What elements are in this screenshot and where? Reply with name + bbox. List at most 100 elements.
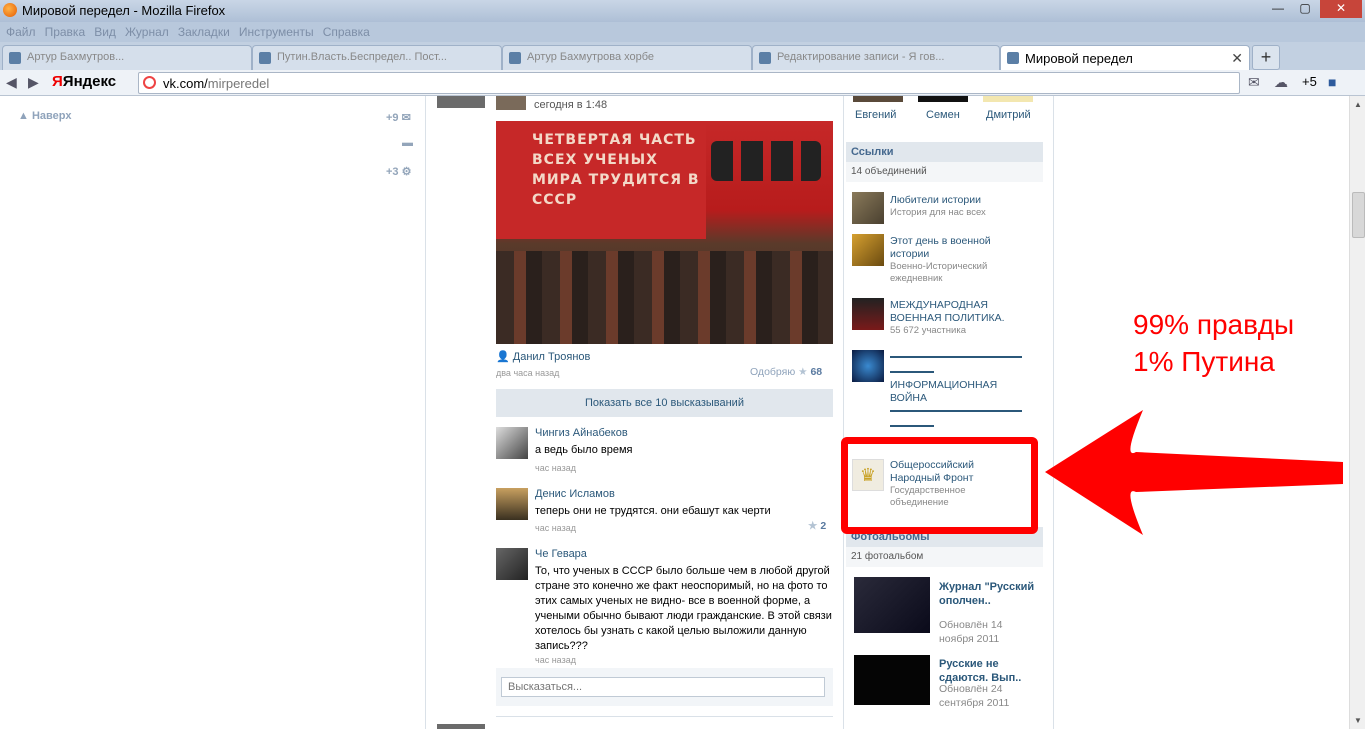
member-name[interactable]: Семен xyxy=(926,109,960,121)
messages-counter[interactable]: +9 ✉ xyxy=(386,111,411,124)
like-button[interactable]: Одобряю ★ 68 xyxy=(750,366,822,378)
forward-icon[interactable]: ▶ xyxy=(28,74,39,91)
annotation-line-2: 1% Путина xyxy=(1133,346,1275,377)
post-author[interactable]: 👤 Данил Троянов xyxy=(496,350,590,363)
notification-count[interactable]: +5 xyxy=(1302,74,1317,89)
link-name[interactable]: Любители истории xyxy=(890,194,1040,207)
menu-tools[interactable]: Инструменты xyxy=(239,25,314,39)
comment-text: То, что ученых в СССР было больше чем в … xyxy=(535,565,832,652)
comment-avatar[interactable] xyxy=(496,488,528,520)
post-when: два часа назад xyxy=(496,368,560,378)
maximize-button[interactable]: ▢ xyxy=(1292,0,1318,18)
scrollbar-thumb[interactable] xyxy=(1352,192,1365,238)
post-time[interactable]: сегодня в 1:48 xyxy=(534,99,607,111)
tab-label: Артур Бахмутрова хорбе xyxy=(527,51,655,63)
menu-history[interactable]: Журнал xyxy=(125,25,169,39)
link-image[interactable] xyxy=(852,192,884,224)
tab-3[interactable]: Артур Бахмутрова хорбе xyxy=(502,45,752,71)
settings-counter[interactable]: +3 ⚙ xyxy=(386,165,411,178)
comment-like[interactable]: ★ 2 xyxy=(808,520,826,532)
albums-count: 21 фотоальбом xyxy=(846,547,1043,567)
close-window-button[interactable]: ✕ xyxy=(1320,0,1362,18)
url-text: vk.com/mirperedel xyxy=(163,76,269,91)
member-photo[interactable] xyxy=(983,96,1033,102)
tab-active[interactable]: Мировой передел ✕ xyxy=(1000,45,1250,71)
link-image[interactable] xyxy=(852,350,884,382)
comment-like-count: 2 xyxy=(820,520,827,532)
back-icon[interactable]: ◀ xyxy=(6,74,17,91)
menu-bookmarks[interactable]: Закладки xyxy=(178,25,230,39)
member-photo[interactable] xyxy=(918,96,968,102)
weather-icon[interactable]: ☁ xyxy=(1274,74,1288,91)
red-arrow-icon xyxy=(1045,410,1343,535)
album-name[interactable]: Русские не сдаются. Вып.. xyxy=(939,657,1039,685)
menu-edit[interactable]: Правка xyxy=(45,25,86,39)
scroll-up-icon[interactable]: ▲ xyxy=(1354,100,1362,109)
envelope-icon: ✉ xyxy=(401,112,411,124)
new-tab-button[interactable]: + xyxy=(1252,45,1280,70)
annotation-line-1: 99% правды xyxy=(1133,309,1295,340)
album-cover[interactable] xyxy=(854,655,930,705)
menu-file[interactable]: Файл xyxy=(6,25,36,39)
comment-input[interactable] xyxy=(501,677,825,697)
next-post-avatar[interactable] xyxy=(437,724,485,729)
tab-label: Путин.Власть.Беспредел.. Пост... xyxy=(277,51,447,63)
user-icon: 👤 xyxy=(496,351,510,363)
album-cover[interactable] xyxy=(854,577,930,633)
link-subtitle: Военно-Исторический ежедневник xyxy=(890,261,988,284)
post-avatar[interactable] xyxy=(437,96,485,108)
tab-label: Редактирование записи - Я гов... xyxy=(777,51,945,63)
firefox-icon xyxy=(3,3,17,17)
link-decoration xyxy=(890,410,1022,412)
comment-time: час назад xyxy=(535,655,576,665)
comment-author[interactable]: Че Гевара xyxy=(535,548,587,560)
minimize-button[interactable]: — xyxy=(1265,0,1291,18)
tab-bar: Артур Бахмутров... Путин.Власть.Беспреде… xyxy=(0,42,1365,71)
menu-view[interactable]: Вид xyxy=(94,25,116,39)
link-name[interactable]: Этот день в военной истории xyxy=(890,235,1030,261)
comment-time: час назад xyxy=(535,523,576,533)
post-photo[interactable]: ЧЕТВЕРТАЯ ЧАСТЬ ВСЕХ УЧЕНЫХ МИРА ТРУДИТС… xyxy=(496,121,833,344)
tab-2[interactable]: Путин.Власть.Беспредел.. Пост... xyxy=(252,45,502,71)
member-name[interactable]: Евгений xyxy=(855,109,896,121)
site-favicon xyxy=(143,76,156,89)
column-divider xyxy=(843,96,844,729)
column-divider xyxy=(425,96,426,729)
vk-toolbar-icon[interactable]: ■ xyxy=(1328,74,1336,90)
gear-icon: ⚙ xyxy=(401,166,412,178)
menu-help[interactable]: Справка xyxy=(323,25,370,39)
scrollbar[interactable]: ▲ ▼ xyxy=(1349,96,1365,729)
url-bar[interactable]: vk.com/mirperedel xyxy=(138,72,1240,94)
scroll-top-link[interactable]: ▲ Наверх xyxy=(18,110,71,122)
links-header[interactable]: Ссылки xyxy=(846,142,1043,162)
member-name[interactable]: Дмитрий xyxy=(986,109,1031,121)
link-name[interactable]: МЕЖДУНАРОДНАЯ ВОЕННАЯ ПОЛИТИКА. xyxy=(890,299,1030,325)
vk-icon xyxy=(509,52,521,64)
link-name[interactable]: ИНФОРМАЦИОННАЯ ВОЙНА xyxy=(890,379,1030,405)
window-title: Мировой передел - Mozilla Firefox xyxy=(22,3,226,18)
close-tab-icon[interactable]: ✕ xyxy=(1231,50,1243,67)
post-author-name[interactable]: Данил Троянов xyxy=(513,351,591,363)
yandex-logo[interactable]: ЯЯндекс xyxy=(52,73,116,90)
star-icon: ★ xyxy=(808,520,818,532)
settings-count: +3 xyxy=(386,166,399,178)
member-photo[interactable] xyxy=(853,96,903,102)
comment-time: час назад xyxy=(535,463,576,473)
mail-icon[interactable]: ✉ xyxy=(1248,74,1260,91)
comment-avatar[interactable] xyxy=(496,548,528,580)
link-decoration xyxy=(890,425,934,427)
album-updated: Обновлён 24 сентября 2011 xyxy=(939,683,1010,709)
post-mini-avatar[interactable] xyxy=(496,96,526,110)
comment-author[interactable]: Денис Исламов xyxy=(535,488,615,500)
link-subtitle: 55 672 участника xyxy=(890,325,966,336)
show-all-comments-button[interactable]: Показать все 10 высказываний xyxy=(496,389,833,417)
tab-1[interactable]: Артур Бахмутров... xyxy=(2,45,252,71)
link-image[interactable] xyxy=(852,298,884,330)
scroll-down-icon[interactable]: ▼ xyxy=(1354,716,1362,725)
comment-author[interactable]: Чингиз Айнабеков xyxy=(535,427,628,439)
comment-avatar[interactable] xyxy=(496,427,528,459)
tab-4[interactable]: Редактирование записи - Я гов... xyxy=(752,45,1000,71)
album-name[interactable]: Журнал "Русский ополчен.. xyxy=(939,580,1039,608)
comments-icon[interactable]: ▬ xyxy=(402,137,413,149)
link-image[interactable] xyxy=(852,234,884,266)
